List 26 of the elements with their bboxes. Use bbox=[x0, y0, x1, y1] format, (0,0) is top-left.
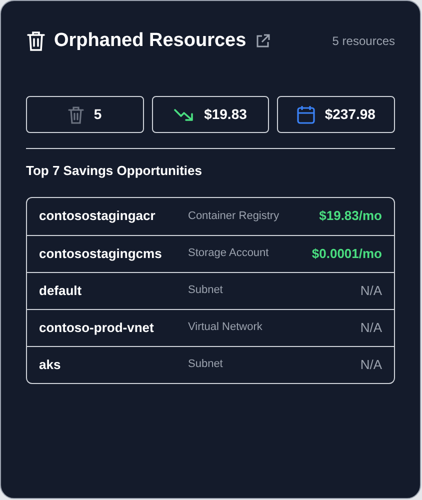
savings-value: N/A bbox=[359, 282, 383, 300]
external-link-icon[interactable] bbox=[256, 34, 270, 48]
resource-name: aks bbox=[38, 356, 62, 374]
resource-type: Storage Account bbox=[187, 246, 270, 262]
resource-name: contoso-prod-vnet bbox=[38, 318, 155, 337]
calendar-icon bbox=[296, 105, 315, 124]
stat-value: 5 bbox=[94, 105, 102, 124]
trash-icon bbox=[26, 30, 46, 52]
resource-name: default bbox=[38, 282, 83, 300]
resource-type: Subnet bbox=[187, 283, 224, 298]
resource-name: contosostagingcms bbox=[38, 244, 163, 263]
savings-value: $0.0001/mo bbox=[310, 244, 383, 263]
stat-value: $19.83 bbox=[204, 105, 247, 124]
card-title: Orphaned Resources bbox=[54, 28, 246, 53]
resource-name: contosostagingacr bbox=[38, 207, 156, 226]
resource-type: Container Registry bbox=[187, 208, 280, 224]
stat-value: $237.98 bbox=[324, 105, 376, 124]
trend-down-icon bbox=[174, 108, 194, 122]
resource-count: 5 resources bbox=[332, 33, 395, 50]
savings-value: N/A bbox=[359, 318, 383, 337]
trash-icon bbox=[68, 106, 84, 124]
section-title: Top 7 Savings Opportunities bbox=[26, 162, 203, 180]
savings-value: N/A bbox=[359, 356, 383, 374]
resource-type: Virtual Network bbox=[187, 320, 264, 336]
savings-value: $19.83/mo bbox=[318, 207, 383, 226]
resource-type: Subnet bbox=[187, 357, 224, 372]
